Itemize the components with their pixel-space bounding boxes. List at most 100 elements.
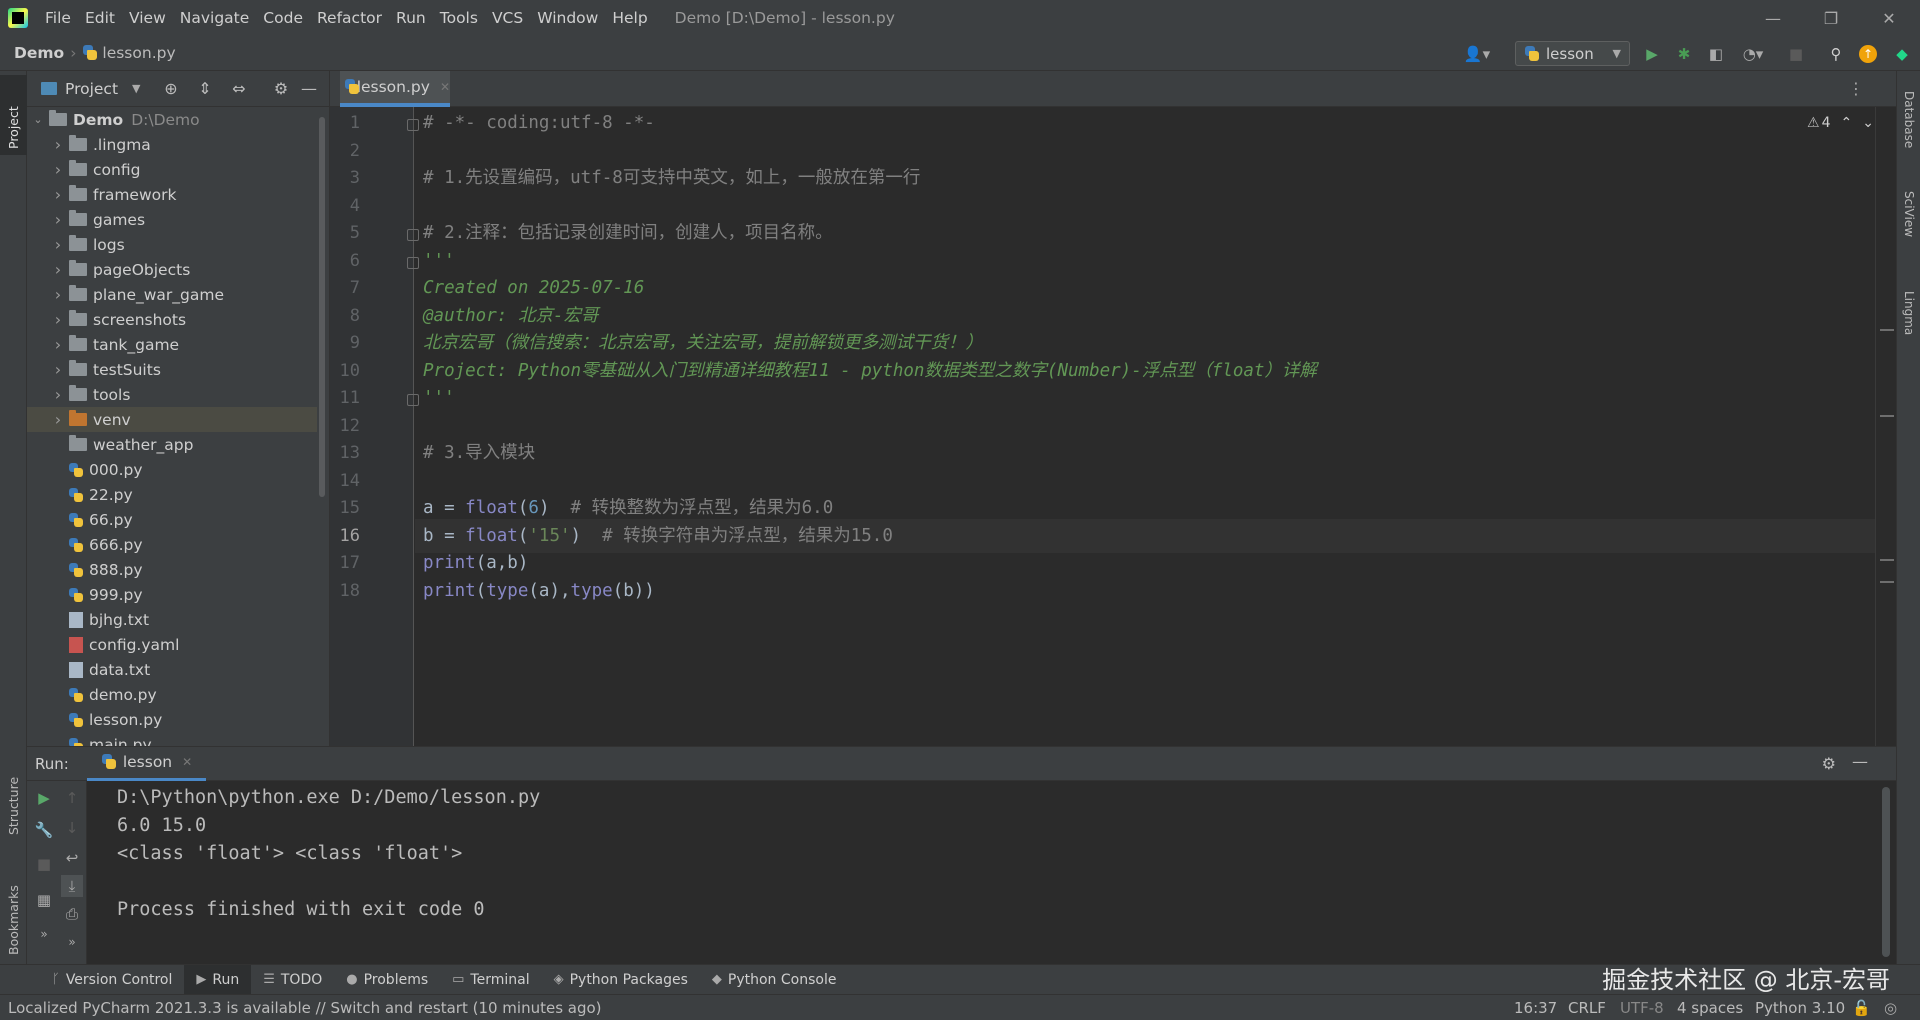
tree-item[interactable]: 66.py <box>27 507 317 532</box>
tree-item[interactable]: demo.py <box>27 682 317 707</box>
stop-icon[interactable]: ■ <box>33 853 55 875</box>
menu-edit[interactable]: Edit <box>78 0 122 36</box>
tree-item[interactable]: data.txt <box>27 657 317 682</box>
menu-help[interactable]: Help <box>605 0 654 36</box>
stop-icon[interactable]: ■ <box>1786 44 1806 64</box>
menu-window[interactable]: Window <box>530 0 605 36</box>
run-icon[interactable]: ▶ <box>1642 44 1662 64</box>
jetbrains-toolbox-icon[interactable]: ◆ <box>1892 44 1912 64</box>
vcs-user-icon[interactable]: 👤▾ <box>1460 44 1494 64</box>
restore-button[interactable]: ❐ <box>1802 0 1860 36</box>
tree-item[interactable]: › config <box>27 157 317 182</box>
project-panel-title[interactable]: Project <box>65 80 118 98</box>
more-tabs-icon[interactable]: ⋮ <box>1848 79 1864 98</box>
tree-item[interactable]: weather_app <box>27 432 317 457</box>
tool-python-console[interactable]: ◆ Python Console <box>700 965 849 995</box>
layout-icon[interactable]: ▦ <box>33 889 55 911</box>
code-editor[interactable]: # -*- coding:utf-8 -*- # 1.先设置编码，utf-8可支持… <box>415 107 1875 746</box>
tree-item[interactable]: 22.py <box>27 482 317 507</box>
caret-position[interactable]: 16:37 <box>1514 995 1557 1020</box>
tool-version-control[interactable]: ᚴ Version Control <box>40 965 184 995</box>
inspection-widget[interactable]: ⚠ 4 ⌃ ⌄ <box>1807 115 1874 131</box>
python-interpreter[interactable]: Python 3.10 <box>1755 995 1845 1020</box>
run-configuration-select[interactable]: lesson ▼ <box>1515 41 1630 66</box>
coverage-icon[interactable]: ◧ <box>1706 44 1726 64</box>
tree-item[interactable]: › tools <box>27 382 317 407</box>
profile-icon[interactable]: ◔▾ <box>1738 44 1768 64</box>
tool-terminal[interactable]: ▭ Terminal <box>440 965 541 995</box>
stripe-tab-bookmarks[interactable]: Bookmarks <box>0 861 27 961</box>
breadcrumb-file[interactable]: lesson.py <box>102 44 175 62</box>
tree-item[interactable]: › pageObjects <box>27 257 317 282</box>
locate-file-icon[interactable]: ⊕ <box>161 79 181 98</box>
status-message[interactable]: Localized PyCharm 2021.3.3 is available … <box>0 999 602 1017</box>
lock-icon[interactable]: 🔓 <box>1852 995 1871 1020</box>
breadcrumb-project[interactable]: Demo <box>14 44 64 62</box>
tree-item[interactable]: › testSuits <box>27 357 317 382</box>
file-encoding[interactable]: UTF-8 <box>1620 995 1664 1020</box>
console-output[interactable]: D:\Python\python.exe D:/Demo/lesson.py 6.… <box>87 781 1867 965</box>
stripe-tab-project[interactable]: Project <box>0 75 27 155</box>
menu-run[interactable]: Run <box>389 0 433 36</box>
editor-scrollbar[interactable] <box>1875 107 1896 746</box>
gear-icon[interactable]: ⚙ <box>271 79 291 98</box>
tree-item[interactable]: 666.py <box>27 532 317 557</box>
tree-item[interactable]: › plane_war_game <box>27 282 317 307</box>
stripe-tab-database[interactable]: Database <box>1897 85 1920 175</box>
lingma-status-icon[interactable]: ◎ <box>1884 995 1897 1020</box>
close-button[interactable]: ✕ <box>1860 0 1918 36</box>
tree-item[interactable]: › screenshots <box>27 307 317 332</box>
tree-item[interactable]: bjhg.txt <box>27 607 317 632</box>
rerun-icon[interactable]: ▶ <box>33 787 55 809</box>
tree-item[interactable]: 999.py <box>27 582 317 607</box>
menu-vcs[interactable]: VCS <box>485 0 530 36</box>
tool-run[interactable]: ▶ Run <box>184 964 252 995</box>
menu-file[interactable]: File <box>38 0 78 36</box>
menu-code[interactable]: Code <box>256 0 310 36</box>
tool-todo[interactable]: ☰ TODO <box>251 965 334 995</box>
menu-tools[interactable]: Tools <box>433 0 485 36</box>
indent-setting[interactable]: 4 spaces <box>1677 995 1743 1020</box>
menu-navigate[interactable]: Navigate <box>173 0 257 36</box>
menu-refactor[interactable]: Refactor <box>310 0 389 36</box>
menu-view[interactable]: View <box>122 0 173 36</box>
chevron-up-icon[interactable]: ⌃ <box>1841 115 1853 131</box>
debug-icon[interactable]: ✱ <box>1674 44 1694 64</box>
search-icon[interactable]: ⚲ <box>1826 44 1846 64</box>
chevron-down-icon[interactable]: ▼ <box>132 82 140 95</box>
hide-panel-icon[interactable]: — <box>1852 752 1868 771</box>
tree-root[interactable]: ⌄ Demo D:\Demo <box>27 107 317 132</box>
tree-item[interactable]: lesson.py <box>27 707 317 732</box>
more-icon[interactable]: » <box>61 931 83 953</box>
tree-item[interactable]: › .lingma <box>27 132 317 157</box>
scroll-to-end-icon[interactable]: ⤓ <box>61 875 83 897</box>
more-icon[interactable]: » <box>33 923 55 945</box>
editor-tab-lesson[interactable]: lesson.py ✕ <box>340 71 450 107</box>
tree-item[interactable]: › games <box>27 207 317 232</box>
expand-all-icon[interactable]: ⇕ <box>195 79 215 98</box>
tree-item[interactable]: › tank_game <box>27 332 317 357</box>
console-scrollbar[interactable] <box>1882 787 1890 957</box>
soft-wrap-icon[interactable]: ↩ <box>61 847 83 869</box>
arrow-down-icon[interactable]: ↓ <box>61 817 83 839</box>
tree-item[interactable]: config.yaml <box>27 632 317 657</box>
chevron-down-icon[interactable]: ⌄ <box>1862 115 1874 131</box>
minimize-button[interactable]: — <box>1744 0 1802 36</box>
stripe-tab-sciview[interactable]: SciView <box>1897 185 1920 275</box>
close-tab-icon[interactable]: ✕ <box>440 80 450 94</box>
tree-item[interactable]: 888.py <box>27 557 317 582</box>
stripe-tab-lingma[interactable]: Lingma <box>1897 285 1920 375</box>
tree-item[interactable]: main.py <box>27 732 317 746</box>
tree-item[interactable]: › logs <box>27 232 317 257</box>
close-tab-icon[interactable]: ✕ <box>182 755 192 769</box>
project-tree-scrollbar[interactable] <box>317 107 326 527</box>
tree-item[interactable]: 000.py <box>27 457 317 482</box>
update-icon[interactable]: ↑ <box>1858 44 1878 64</box>
tool-problems[interactable]: ● Problems <box>334 965 440 995</box>
line-separator[interactable]: CRLF <box>1568 995 1606 1020</box>
run-tab-lesson[interactable]: lesson ✕ <box>86 747 207 781</box>
tree-item[interactable]: › framework <box>27 182 317 207</box>
gear-icon[interactable]: ⚙ <box>1822 754 1836 773</box>
tool-python-packages[interactable]: ◈ Python Packages <box>542 965 700 995</box>
print-icon[interactable]: ⎙ <box>61 903 83 925</box>
